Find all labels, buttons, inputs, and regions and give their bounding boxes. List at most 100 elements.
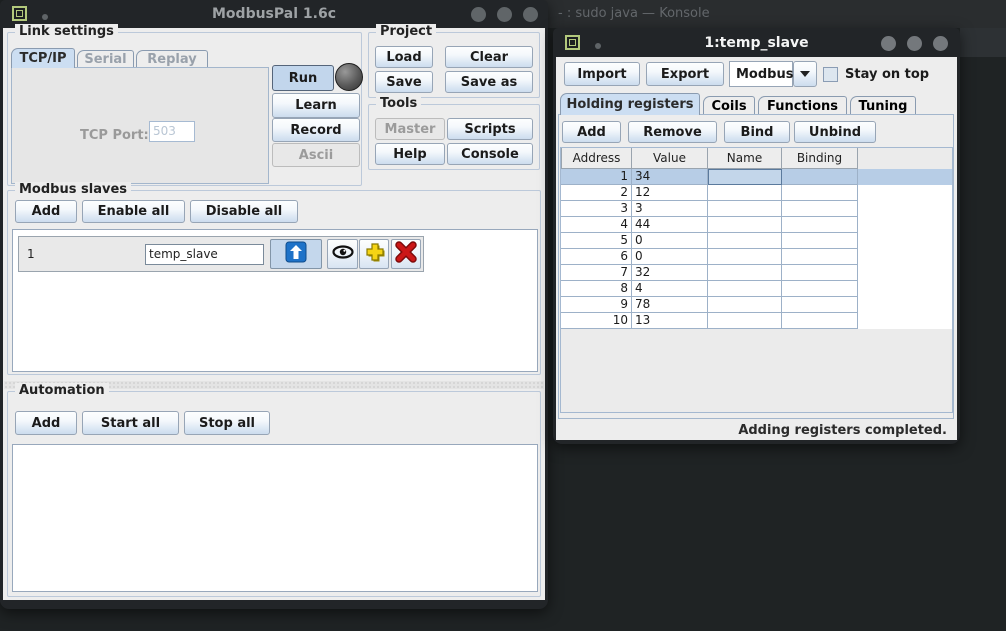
maximize-button[interactable] [497, 7, 512, 22]
tab-holding-registers[interactable]: Holding registers [560, 93, 700, 115]
disable-all-button[interactable]: Disable all [190, 200, 298, 223]
console-button[interactable]: Console [447, 143, 533, 165]
tab-tcpip[interactable]: TCP/IP [11, 48, 75, 68]
register-cell-address[interactable]: 3 [561, 201, 632, 217]
register-cell-name[interactable] [708, 281, 782, 297]
register-cell-name[interactable] [708, 265, 782, 281]
register-cell-value[interactable]: 12 [632, 185, 708, 201]
register-remove-button[interactable]: Remove [628, 121, 717, 143]
register-cell-binding[interactable] [782, 233, 858, 249]
run-button[interactable]: Run [272, 65, 334, 91]
minimize-button[interactable] [881, 36, 896, 51]
slave-enable-toggle-button[interactable] [270, 239, 322, 269]
register-cell-address[interactable]: 10 [561, 313, 632, 329]
register-cell-binding[interactable] [782, 281, 858, 297]
record-button[interactable]: Record [272, 118, 360, 142]
register-cell-value[interactable]: 78 [632, 297, 708, 313]
register-cell-binding[interactable] [782, 297, 858, 313]
tab-replay[interactable]: Replay [136, 50, 208, 68]
register-add-button[interactable]: Add [562, 121, 621, 143]
minimize-button[interactable] [471, 7, 486, 22]
register-cell-name[interactable] [708, 249, 782, 265]
register-cell-address[interactable]: 9 [561, 297, 632, 313]
registers-scrollpane[interactable]: Address Value Name Binding 1342123344450… [560, 147, 953, 413]
register-row[interactable]: 84 [561, 281, 952, 297]
register-cell-value[interactable]: 4 [632, 281, 708, 297]
register-cell-address[interactable]: 7 [561, 265, 632, 281]
register-row[interactable]: 1013 [561, 313, 952, 329]
tab-coils[interactable]: Coils [703, 96, 755, 115]
register-row[interactable]: 134 [561, 169, 952, 185]
slaves-add-button[interactable]: Add [15, 200, 77, 223]
load-button[interactable]: Load [375, 46, 433, 68]
column-header-name[interactable]: Name [708, 148, 782, 169]
register-cell-name[interactable] [708, 185, 782, 201]
register-cell-value[interactable]: 34 [632, 169, 708, 185]
register-cell-value[interactable]: 13 [632, 313, 708, 329]
register-bind-button[interactable]: Bind [724, 121, 790, 143]
temp-slave-titlebar[interactable]: 1:temp_slave [553, 28, 960, 56]
register-cell-binding[interactable] [782, 217, 858, 233]
enable-all-button[interactable]: Enable all [82, 200, 185, 223]
binding-type-combo[interactable]: Modbus [729, 61, 793, 87]
close-button[interactable] [933, 36, 948, 51]
export-button[interactable]: Export [646, 62, 724, 86]
register-cell-name[interactable] [708, 201, 782, 217]
tab-serial[interactable]: Serial [77, 50, 134, 68]
register-cell-binding[interactable] [782, 201, 858, 217]
register-row[interactable]: 732 [561, 265, 952, 281]
register-cell-binding[interactable] [782, 313, 858, 329]
register-cell-address[interactable]: 5 [561, 233, 632, 249]
register-row[interactable]: 444 [561, 217, 952, 233]
slave-delete-button[interactable] [391, 239, 421, 269]
register-row[interactable]: 33 [561, 201, 952, 217]
tab-tuning[interactable]: Tuning [850, 96, 916, 115]
start-all-button[interactable]: Start all [82, 411, 179, 435]
learn-button[interactable]: Learn [272, 93, 360, 118]
register-row[interactable]: 50 [561, 233, 952, 249]
register-cell-value[interactable]: 44 [632, 217, 708, 233]
slave-view-button[interactable] [327, 239, 358, 269]
register-cell-value[interactable]: 3 [632, 201, 708, 217]
register-cell-name[interactable] [708, 297, 782, 313]
column-header-address[interactable]: Address [561, 148, 632, 169]
register-cell-address[interactable]: 4 [561, 217, 632, 233]
register-cell-binding[interactable] [782, 265, 858, 281]
tcp-port-input[interactable]: 503 [149, 121, 195, 142]
register-unbind-button[interactable]: Unbind [794, 121, 876, 143]
register-cell-name[interactable] [708, 313, 782, 329]
clear-button[interactable]: Clear [445, 46, 533, 68]
register-cell-address[interactable]: 6 [561, 249, 632, 265]
save-button[interactable]: Save [375, 71, 433, 93]
slave-add-register-button[interactable] [359, 239, 389, 269]
slave-name-input[interactable]: temp_slave [145, 244, 264, 265]
column-header-value[interactable]: Value [632, 148, 708, 169]
stay-on-top-checkbox[interactable] [823, 67, 838, 82]
register-cell-binding[interactable] [782, 185, 858, 201]
column-header-binding[interactable]: Binding [782, 148, 858, 169]
register-cell-name[interactable] [708, 169, 782, 185]
save-as-button[interactable]: Save as [445, 71, 533, 93]
import-button[interactable]: Import [564, 62, 640, 86]
register-cell-address[interactable]: 2 [561, 185, 632, 201]
register-row[interactable]: 60 [561, 249, 952, 265]
register-cell-value[interactable]: 32 [632, 265, 708, 281]
register-row[interactable]: 978 [561, 297, 952, 313]
register-cell-value[interactable]: 0 [632, 233, 708, 249]
register-row[interactable]: 212 [561, 185, 952, 201]
maximize-button[interactable] [907, 36, 922, 51]
register-cell-value[interactable]: 0 [632, 249, 708, 265]
register-cell-name[interactable] [708, 233, 782, 249]
register-cell-binding[interactable] [782, 249, 858, 265]
close-button[interactable] [523, 7, 538, 22]
register-cell-address[interactable]: 8 [561, 281, 632, 297]
scripts-button[interactable]: Scripts [447, 118, 533, 140]
help-button[interactable]: Help [375, 143, 445, 165]
tab-functions[interactable]: Functions [758, 96, 847, 115]
stop-all-button[interactable]: Stop all [184, 411, 270, 435]
combo-dropdown-button[interactable] [793, 61, 817, 87]
slave-row[interactable]: 1 temp_slave [18, 236, 424, 272]
register-cell-name[interactable] [708, 217, 782, 233]
register-cell-binding[interactable] [782, 169, 858, 185]
register-cell-address[interactable]: 1 [561, 169, 632, 185]
